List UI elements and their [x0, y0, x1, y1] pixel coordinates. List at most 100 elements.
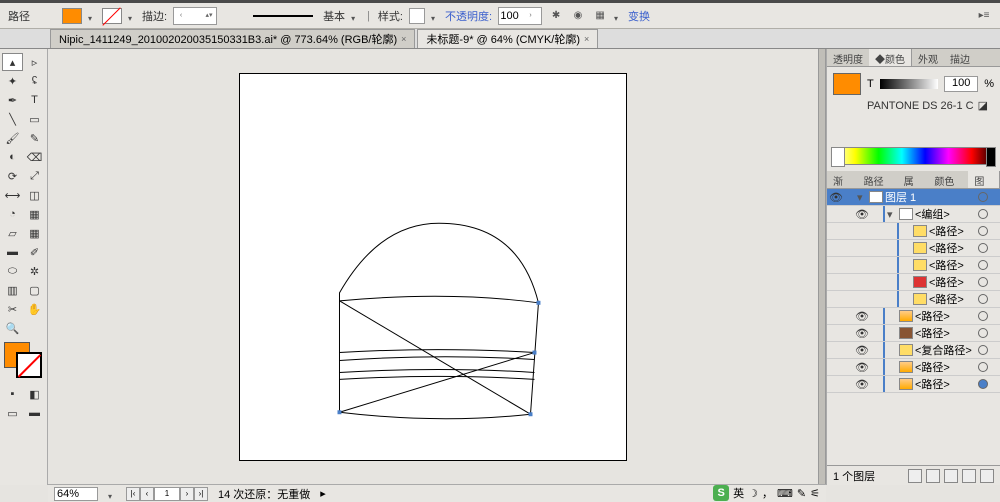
recolor-icon[interactable]: ◉ [570, 8, 586, 24]
canvas[interactable] [48, 49, 818, 485]
symbol-sprayer-tool[interactable]: ✲ [24, 262, 45, 280]
layer-row[interactable]: 👁▾<编组> [827, 206, 1000, 223]
layer-row[interactable]: <路径> [827, 223, 1000, 240]
document-tab[interactable]: 未标题-9* @ 64% (CMYK/轮廓) × [417, 29, 598, 48]
visibility-toggle[interactable]: 👁 [855, 344, 867, 357]
perspective-grid-tool[interactable]: ▱ [2, 224, 23, 242]
new-sublayer-icon[interactable] [944, 469, 958, 483]
layer-row[interactable]: <路径> [827, 240, 1000, 257]
line-tool[interactable]: ╲ [2, 110, 23, 128]
visibility-toggle[interactable]: 👁 [855, 208, 867, 221]
document-tab[interactable]: Nipic_1411249_201002020035150331B3.ai* @… [50, 29, 415, 48]
screen-mode-normal[interactable]: ▭ [2, 404, 23, 422]
visibility-toggle[interactable]: 👁 [855, 361, 867, 374]
layer-row[interactable]: <路径> [827, 274, 1000, 291]
target-icon[interactable] [978, 192, 988, 202]
transform-link[interactable]: 变换 [628, 8, 650, 24]
panel-tab-transparency[interactable]: 透明度 [827, 49, 869, 66]
layer-row[interactable]: 👁<复合路径> [827, 342, 1000, 359]
lasso-tool[interactable]: ʢ [24, 72, 45, 90]
visibility-toggle[interactable]: 👁 [855, 327, 867, 340]
zoom-dropdown-icon[interactable] [108, 490, 116, 498]
visibility-toggle[interactable]: 👁 [855, 378, 867, 391]
stroke-dropdown-icon[interactable] [128, 12, 136, 20]
eyedropper-tool[interactable]: ✐ [24, 243, 45, 261]
fill-preview[interactable] [833, 73, 861, 95]
gradient-mode-icon[interactable]: ◧ [24, 385, 45, 403]
magic-wand-tool[interactable]: ✦ [2, 72, 23, 90]
doc-setup-icon[interactable]: ✱ [548, 8, 564, 24]
panel-tab-swatches[interactable]: 颜色设 [928, 171, 968, 188]
fill-dropdown-icon[interactable] [88, 12, 96, 20]
artboard-number[interactable]: 1 [154, 487, 180, 501]
target-icon[interactable] [978, 243, 988, 253]
fill-stroke-control[interactable] [4, 342, 44, 380]
color-spectrum[interactable] [831, 147, 996, 165]
screen-mode-full[interactable]: ▬ [24, 404, 45, 422]
ime-menu-icon[interactable]: ⚟ [810, 487, 820, 500]
layer-row[interactable]: 👁<路径> [827, 359, 1000, 376]
delete-layer-icon[interactable] [980, 469, 994, 483]
layer-row[interactable]: <路径> [827, 291, 1000, 308]
fill-color-swatch[interactable] [62, 8, 82, 24]
ime-logo-icon[interactable]: S [713, 485, 729, 501]
expand-toggle[interactable]: ▾ [887, 208, 897, 221]
expand-toggle[interactable]: ▾ [857, 191, 867, 204]
pencil-tool[interactable]: ✎ [24, 129, 45, 147]
ime-moon-icon[interactable]: ☽ [748, 487, 758, 500]
stroke-color-swatch[interactable] [102, 8, 122, 24]
close-icon[interactable]: × [584, 34, 589, 44]
gradient-tool[interactable]: ▬ [2, 243, 23, 261]
prev-artboard-button[interactable]: ‹ [140, 487, 154, 501]
panel-tab-color[interactable]: ◆颜色 [869, 49, 912, 66]
target-icon[interactable] [978, 294, 988, 304]
align-icon[interactable]: ▦ [592, 8, 608, 24]
artboard-tool[interactable]: ▢ [24, 281, 45, 299]
paintbrush-tool[interactable]: 🖌 [2, 129, 23, 147]
make-clipping-mask-icon[interactable] [926, 469, 940, 483]
panel-tab-layers[interactable]: 图层 [968, 171, 1000, 188]
ime-punct-icon[interactable]: ， [762, 485, 773, 501]
target-icon[interactable] [978, 311, 988, 321]
shape-builder-tool[interactable]: ◔ [2, 205, 23, 223]
layer-row[interactable]: 👁<路径> [827, 325, 1000, 342]
target-icon[interactable] [978, 277, 988, 287]
stroke-style-dropdown-icon[interactable] [351, 12, 359, 20]
direct-selection-tool[interactable]: ▹ [24, 53, 45, 71]
target-icon[interactable] [978, 209, 988, 219]
rotate-tool[interactable]: ⟳ [2, 167, 23, 185]
target-icon[interactable] [978, 345, 988, 355]
status-dropdown-icon[interactable]: ▸ [320, 487, 326, 500]
rectangle-tool[interactable]: ▭ [24, 110, 45, 128]
tint-slider[interactable] [880, 79, 938, 89]
type-tool[interactable]: T [24, 91, 45, 109]
opacity-input[interactable]: 100› [498, 7, 542, 25]
hand-tool[interactable]: ✋ [24, 300, 45, 318]
slice-tool[interactable]: ✂ [2, 300, 23, 318]
new-layer-icon[interactable] [962, 469, 976, 483]
width-tool[interactable]: ⟷ [2, 186, 23, 204]
panel-tab-gradient[interactable]: 渐变 [827, 171, 858, 188]
opacity-label[interactable]: 不透明度: [445, 8, 492, 24]
layer-row[interactable]: 👁<路径> [827, 376, 1000, 393]
target-icon[interactable] [978, 328, 988, 338]
locate-object-icon[interactable] [908, 469, 922, 483]
panel-tab-appearance[interactable]: 外观 [912, 49, 944, 66]
ime-settings-icon[interactable]: ✎ [797, 487, 806, 500]
target-icon[interactable] [978, 379, 988, 389]
stroke-width-input[interactable]: ‹▴▾ [173, 7, 217, 25]
style-dropdown-icon[interactable] [431, 12, 439, 20]
panel-tab-attributes[interactable]: 属性 [898, 171, 929, 188]
zoom-level[interactable]: 64% [54, 487, 98, 501]
layer-row[interactable]: 👁▾图层 1 [827, 189, 1000, 206]
visibility-toggle[interactable]: 👁 [829, 191, 841, 204]
layer-row[interactable]: <路径> [827, 257, 1000, 274]
blob-brush-tool[interactable]: ◐ [2, 148, 23, 166]
live-paint-tool[interactable]: ▦ [24, 205, 45, 223]
free-transform-tool[interactable]: ◫ [24, 186, 45, 204]
zoom-tool[interactable]: 🔍 [2, 319, 23, 337]
target-icon[interactable] [978, 226, 988, 236]
panel-collapse-strip[interactable] [818, 49, 826, 485]
visibility-toggle[interactable]: 👁 [855, 310, 867, 323]
column-graph-tool[interactable]: ▥ [2, 281, 23, 299]
